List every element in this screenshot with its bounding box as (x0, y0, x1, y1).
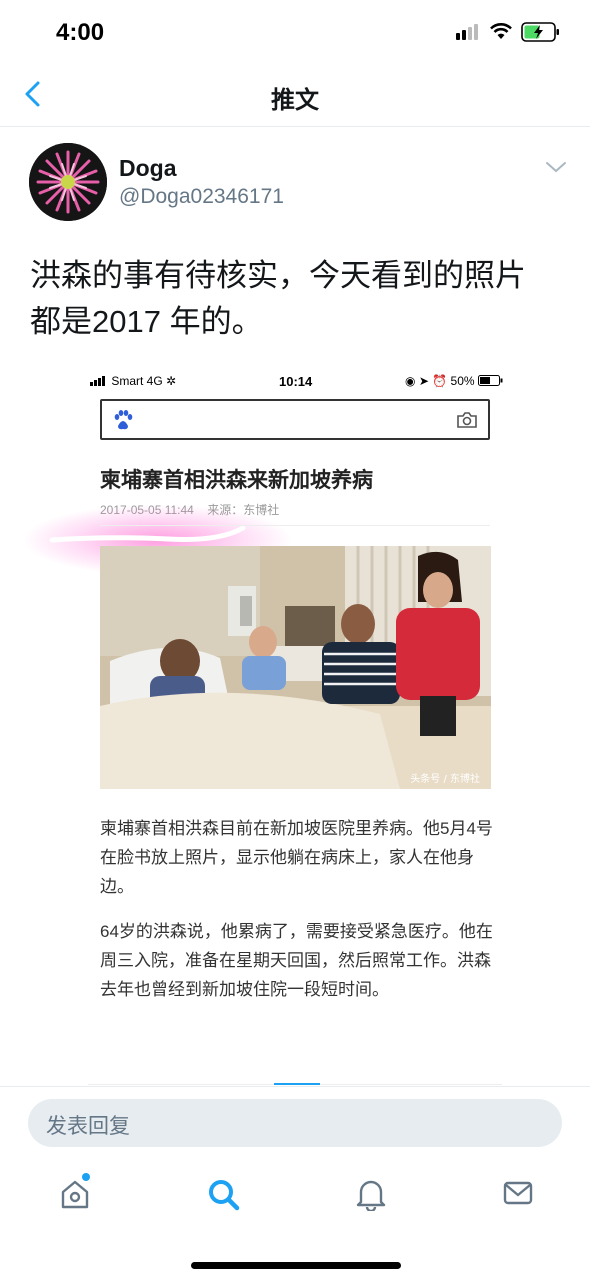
chevron-down-icon[interactable] (545, 160, 567, 174)
hospital-bed-photo[interactable]: 头条号 / 东博社 (100, 546, 491, 789)
tweet-text-line: 都是2017 年的。 (30, 304, 263, 339)
baidu-paw-icon (114, 410, 133, 430)
embedded-search-box[interactable] (100, 399, 490, 440)
embedded-status-time: 10:14 (279, 374, 313, 389)
flower-avatar-image (29, 143, 107, 221)
tweet-text: 洪森的事有待核实，今天看到的照片 都是2017 年的。 (30, 253, 570, 345)
embedded-alarm-icon: ⏰ (432, 374, 448, 388)
embedded-signal-icon (90, 376, 105, 386)
embedded-page-indicator (88, 1083, 502, 1085)
avatar[interactable] (29, 143, 107, 221)
article-title: 柬埔寨首相洪森来新加坡养病 (100, 469, 373, 492)
author-name[interactable]: Doga (119, 155, 177, 182)
embedded-status-carrier: Smart 4G ✲ (90, 374, 176, 388)
embedded-lock-icon: ◉ (405, 374, 416, 388)
article-paragraph: 柬埔寨首相洪森目前在新加坡医院里养病。他5月4号在脸书放上照片，显示他躺在病床上… (100, 819, 493, 896)
cellular-signal-icon (456, 24, 478, 40)
article-paragraph: 64岁的洪森说，他累病了，需要接受紧急医疗。他在周三入院，准备在星期天回国，然后… (100, 922, 493, 999)
divider (100, 525, 490, 526)
reply-divider (0, 1086, 590, 1087)
embedded-loading-icon: ✲ (166, 374, 177, 388)
reply-placeholder: 发表回复 (46, 1115, 130, 1138)
status-time: 4:00 (56, 19, 105, 46)
page-title: 推文 (271, 87, 319, 114)
embedded-status-right: ◉ ➤ ⏰ 50% (405, 374, 504, 388)
tweet-text-line: 洪森的事有待核实，今天看到的照片 (30, 258, 526, 293)
notifications-icon[interactable] (355, 1177, 387, 1211)
home-indicator (191, 1262, 401, 1269)
wifi-icon (490, 23, 512, 39)
embedded-battery-text: 50% (450, 374, 475, 388)
notification-dot (82, 1173, 90, 1181)
messages-icon[interactable] (502, 1177, 534, 1209)
author-handle[interactable]: @Doga02346171 (119, 185, 284, 209)
battery-icon (521, 22, 559, 42)
photo-watermark: 头条号 / 东博社 (410, 772, 480, 785)
embedded-carrier-text: Smart 4G (111, 374, 163, 388)
embedded-battery-icon (477, 375, 503, 386)
camera-icon[interactable] (456, 411, 478, 429)
embedded-location-icon: ➤ (418, 374, 429, 388)
home-icon[interactable] (58, 1177, 92, 1211)
search-icon[interactable] (206, 1177, 242, 1213)
